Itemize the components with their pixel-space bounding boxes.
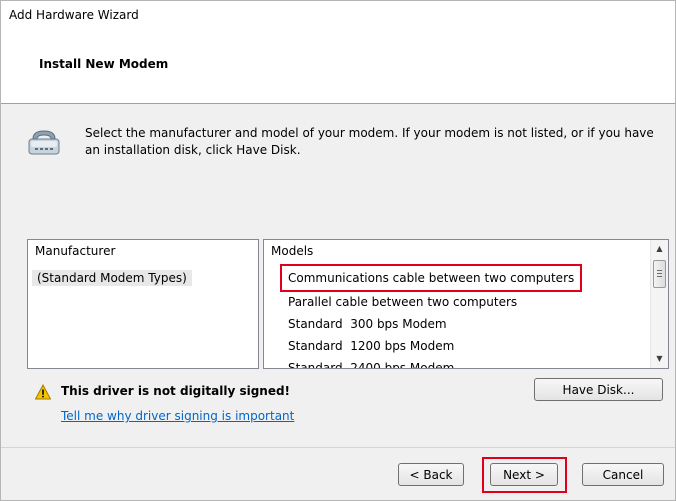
back-button[interactable]: < Back: [398, 463, 464, 486]
cancel-button[interactable]: Cancel: [582, 463, 664, 486]
scroll-up-arrow-icon[interactable]: ▲: [651, 240, 668, 257]
next-button[interactable]: Next >: [490, 463, 558, 486]
title-bar: Add Hardware Wizard: [1, 1, 675, 31]
window-title: Add Hardware Wizard: [9, 8, 139, 22]
wizard-header: Install New Modem: [1, 31, 675, 104]
model-item[interactable]: Standard 300 bps Modem: [288, 313, 447, 335]
manufacturer-column-header: Manufacturer: [35, 244, 116, 258]
model-item[interactable]: Standard 1200 bps Modem: [288, 335, 454, 357]
unsigned-driver-warning: This driver is not digitally signed!: [61, 384, 291, 398]
scroll-thumb[interactable]: [653, 260, 666, 288]
add-hardware-wizard-window: Add Hardware Wizard Install New Modem Se…: [0, 0, 676, 501]
model-item[interactable]: Standard 2400 bps Modem: [288, 357, 454, 368]
modem-icon: [28, 130, 60, 155]
manufacturer-item[interactable]: (Standard Modem Types): [32, 270, 192, 286]
page-title: Install New Modem: [39, 57, 169, 71]
driver-signing-link[interactable]: Tell me why driver signing is important: [61, 409, 294, 423]
scroll-down-arrow-icon[interactable]: ▼: [651, 350, 668, 367]
models-list-body: Communications cable between two compute…: [264, 262, 644, 368]
warning-icon: [35, 384, 51, 400]
have-disk-button[interactable]: Have Disk...: [534, 378, 663, 401]
model-item-selected[interactable]: Communications cable between two compute…: [279, 264, 583, 292]
footer-divider: [1, 447, 675, 448]
models-scrollbar[interactable]: ▲ ▼: [650, 240, 668, 368]
models-column-header: Models: [271, 244, 314, 258]
models-list[interactable]: Models Communications cable between two …: [263, 239, 669, 369]
model-item[interactable]: Parallel cable between two computers: [288, 291, 517, 313]
instructions-text: Select the manufacturer and model of you…: [85, 126, 654, 157]
manufacturer-list[interactable]: Manufacturer (Standard Modem Types): [27, 239, 259, 369]
